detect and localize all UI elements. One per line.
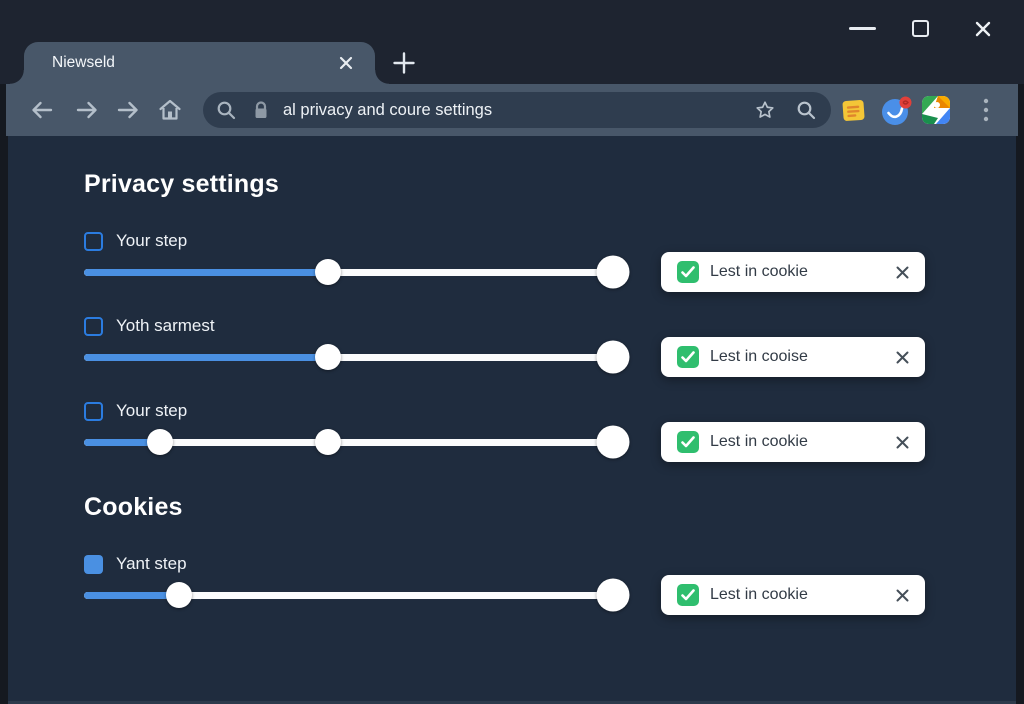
close-icon (973, 19, 993, 39)
toast-text: Lest in cooise (710, 348, 808, 366)
setting-row-header: Yoth sarmest (84, 316, 627, 336)
setting-label: Your step (116, 231, 187, 251)
extension-notes-button[interactable] (841, 98, 866, 123)
titlebar: Niewseld (0, 0, 1024, 84)
slider-handle[interactable] (315, 429, 341, 455)
check-icon (677, 261, 699, 283)
maximize-button[interactable] (912, 20, 929, 37)
slider-handle[interactable] (597, 341, 630, 374)
plus-icon (391, 50, 417, 76)
toast-close-button[interactable] (895, 350, 910, 365)
setting-row: Your stepLest in cookie (84, 231, 627, 285)
toast-notification: Lest in cookie (661, 252, 925, 292)
slider-handle[interactable] (315, 259, 341, 285)
setting-row: Yant stepLest in cookie (84, 554, 627, 608)
extension-maps-button[interactable] (922, 96, 950, 124)
toast-close-button[interactable] (895, 588, 910, 603)
slider-handle[interactable] (597, 426, 630, 459)
toast-text: Lest in cookie (710, 586, 808, 604)
yellow-note-icon (841, 98, 866, 123)
check-icon (677, 431, 699, 453)
slider (84, 259, 627, 285)
check-icon (677, 584, 699, 606)
section-title: Privacy settings (84, 168, 1016, 200)
close-button[interactable] (973, 19, 993, 39)
check-icon (677, 346, 699, 368)
slider-handle[interactable] (166, 582, 192, 608)
section-title: Cookies (84, 491, 1016, 523)
close-icon (895, 265, 910, 280)
browser-tab[interactable]: Niewseld (24, 42, 375, 84)
search-icon (795, 99, 817, 121)
toast-notification: Lest in cooise (661, 337, 925, 377)
slider-handle[interactable] (147, 429, 173, 455)
setting-row-header: Your step (84, 231, 627, 251)
setting-row: Yoth sarmestLest in cooise (84, 316, 627, 370)
home-button[interactable] (157, 97, 183, 123)
checkbox[interactable] (84, 317, 103, 336)
slider-fill (84, 269, 328, 276)
maps-icon (922, 96, 950, 124)
close-icon (895, 350, 910, 365)
close-icon (339, 56, 353, 70)
home-icon (157, 97, 183, 123)
setting-row-header: Your step (84, 401, 627, 421)
toast-notification: Lest in cookie (661, 575, 925, 615)
slider (84, 429, 627, 455)
slider-handle[interactable] (315, 344, 341, 370)
browser-window: { "browser": { "tab": { "title": "Niewse… (0, 0, 1024, 704)
browser-toolbar: al privacy and coure settings (6, 84, 1018, 136)
checkbox[interactable] (84, 232, 103, 251)
notification-badge (900, 97, 912, 109)
url-text: al privacy and coure settings (283, 101, 492, 120)
close-icon (895, 588, 910, 603)
setting-label: Yoth sarmest (116, 316, 215, 336)
tab-close-button[interactable] (339, 56, 353, 70)
new-tab-button[interactable] (391, 50, 417, 76)
in-bar-search-button[interactable] (795, 99, 817, 121)
slider-fill (84, 354, 328, 361)
checkbox[interactable] (84, 402, 103, 421)
star-icon (754, 99, 776, 121)
page-content: Privacy settingsYour stepLest in cookieY… (8, 136, 1016, 701)
setting-row: Your stepLest in cookie (84, 401, 627, 455)
browser-menu-button[interactable] (980, 97, 992, 123)
toast-text: Lest in cookie (710, 433, 808, 451)
forward-button[interactable] (74, 97, 100, 123)
setting-label: Yant step (116, 554, 187, 574)
lock-icon (251, 99, 271, 121)
tab-title: Niewseld (52, 42, 115, 84)
forward-arrow-icon (74, 97, 100, 123)
address-bar[interactable]: al privacy and coure settings (203, 92, 831, 128)
back-arrow-icon (29, 97, 55, 123)
minimize-button[interactable] (849, 27, 876, 30)
slider (84, 344, 627, 370)
forward-arrow-icon (115, 97, 141, 123)
blue-circle-icon (881, 96, 913, 126)
slider-handle[interactable] (597, 256, 630, 289)
back-button[interactable] (29, 97, 55, 123)
bookmark-star-button[interactable] (754, 99, 776, 121)
setting-label: Your step (116, 401, 187, 421)
slider-handle[interactable] (597, 579, 630, 612)
slider (84, 582, 627, 608)
three-dots-icon (980, 97, 992, 123)
toast-text: Lest in cookie (710, 263, 808, 281)
close-icon (895, 435, 910, 450)
toast-close-button[interactable] (895, 265, 910, 280)
toast-notification: Lest in cookie (661, 422, 925, 462)
search-icon (215, 99, 237, 121)
forward-button-2[interactable] (115, 97, 141, 123)
extension-assistant-button[interactable] (881, 96, 913, 126)
checkbox[interactable] (84, 555, 103, 574)
setting-row-header: Yant step (84, 554, 627, 574)
toast-close-button[interactable] (895, 435, 910, 450)
slider-fill (84, 592, 179, 599)
